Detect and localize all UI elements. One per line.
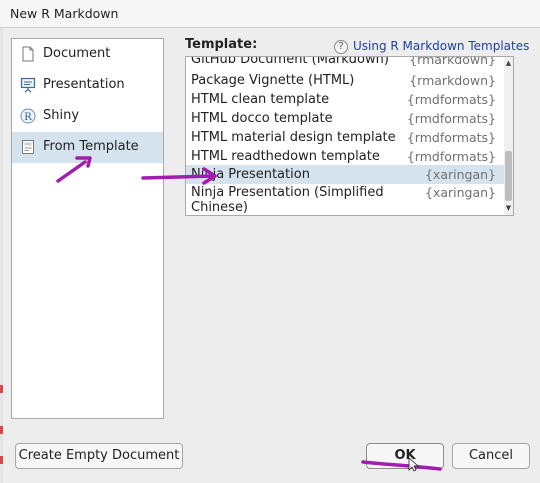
- template-list-scrollbar[interactable]: ▲ ▼: [504, 57, 513, 215]
- template-name: HTML docco template: [191, 111, 333, 126]
- template-package: {rmdformats}: [406, 92, 496, 107]
- background-window-edge: [0, 28, 3, 483]
- template-row[interactable]: HTML clean template {rmdformats}: [186, 90, 504, 109]
- edge-marker: [0, 385, 3, 393]
- template-row[interactable]: HTML docco template {rmdformats}: [186, 109, 504, 128]
- template-name: HTML material design template: [191, 130, 396, 145]
- template-package: {rmarkdown}: [409, 56, 496, 67]
- template-name: GitHub Document (Markdown): [191, 56, 389, 67]
- template-name: Package Vignette (HTML): [191, 73, 355, 88]
- template-name: HTML clean template: [191, 92, 330, 107]
- template-icon: [22, 140, 34, 154]
- template-name: HTML readthedown template: [191, 149, 380, 164]
- svg-text:R: R: [24, 112, 32, 123]
- template-package: {rmarkdown}: [409, 73, 496, 88]
- edge-marker: [0, 426, 3, 434]
- template-row[interactable]: HTML readthedown template {rmdformats}: [186, 147, 504, 166]
- help-link-text[interactable]: Using R Markdown Templates: [353, 39, 529, 53]
- sidebar-item-label: Presentation: [43, 77, 125, 92]
- scroll-up-icon[interactable]: ▲: [504, 59, 513, 68]
- create-empty-document-button[interactable]: Create Empty Document: [15, 443, 183, 469]
- template-package: {rmdformats}: [406, 149, 496, 164]
- template-package: {xaringan}: [424, 185, 496, 200]
- template-package: {xaringan}: [424, 167, 496, 182]
- help-icon: ?: [334, 40, 348, 54]
- presentation-icon: [20, 77, 36, 93]
- sidebar-item-from-template[interactable]: From Template: [12, 132, 163, 163]
- template-name: Ninja Presentation: [191, 167, 310, 182]
- ok-button[interactable]: OK: [366, 443, 444, 469]
- sidebar-item-presentation[interactable]: Presentation: [12, 70, 163, 101]
- output-type-sidebar: Document Presentation R Shiny From Templ…: [11, 38, 164, 419]
- template-list[interactable]: GitHub Document (Markdown) {rmarkdown} P…: [185, 56, 514, 216]
- scroll-thumb[interactable]: [505, 151, 512, 201]
- template-name: Ninja Presentation (Simplified Chinese): [191, 185, 384, 215]
- scroll-down-icon[interactable]: ▼: [504, 204, 513, 213]
- template-row[interactable]: GitHub Document (Markdown) {rmarkdown}: [186, 56, 504, 68]
- template-row[interactable]: Package Vignette (HTML) {rmarkdown}: [186, 71, 504, 90]
- cancel-button[interactable]: Cancel: [452, 443, 530, 469]
- window-title: New R Markdown: [10, 6, 119, 21]
- document-icon: [22, 46, 34, 62]
- template-row[interactable]: HTML material design template {rmdformat…: [186, 128, 504, 147]
- title-bar: New R Markdown: [0, 0, 540, 28]
- sidebar-item-label: Shiny: [43, 108, 80, 123]
- sidebar-item-document[interactable]: Document: [12, 39, 163, 70]
- sidebar-item-label: From Template: [43, 139, 139, 154]
- template-row-selected[interactable]: Ninja Presentation {xaringan}: [186, 165, 504, 184]
- template-heading: Template:: [185, 37, 258, 52]
- sidebar-item-shiny[interactable]: R Shiny: [12, 101, 163, 132]
- template-package: {rmdformats}: [406, 130, 496, 145]
- shiny-r-icon: R: [20, 108, 36, 124]
- template-package: {rmdformats}: [406, 111, 496, 126]
- template-row[interactable]: Ninja Presentation (Simplified Chinese) …: [186, 184, 504, 215]
- edge-marker: [0, 456, 3, 464]
- sidebar-item-label: Document: [43, 46, 111, 61]
